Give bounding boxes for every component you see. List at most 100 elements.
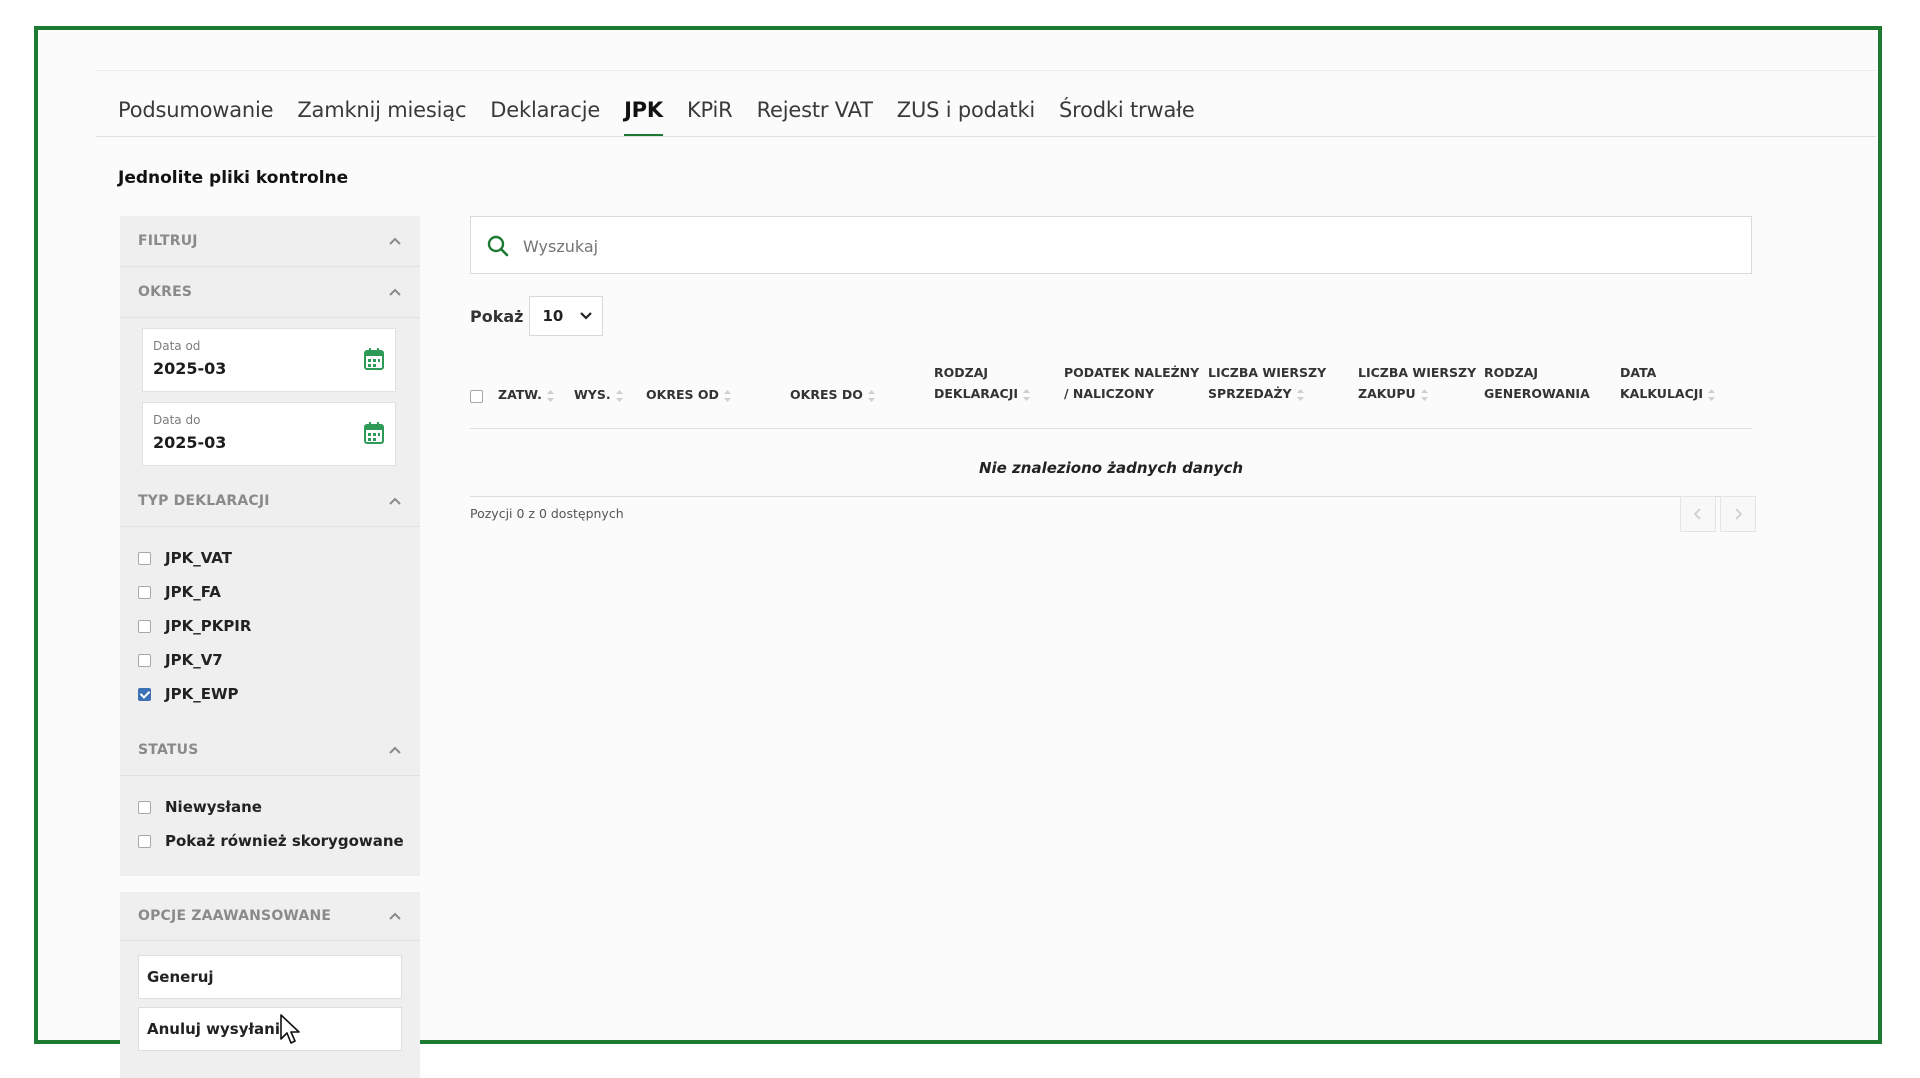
checkbox-label: Niewysłane [165,798,262,816]
checkbox-jpk-ewp[interactable]: JPK_EWP [120,677,420,711]
column-label: OKRES DO [790,387,863,402]
checkbox[interactable] [138,800,151,814]
column-header[interactable]: RODZAJ GENEROWANIA [1484,362,1590,404]
column-label: WYS. [574,387,611,402]
filter-panel: FILTRUJ OKRES Data od 2025-03 Data do 20… [120,216,420,876]
checkbox-checked[interactable] [138,687,151,701]
tab-rejestr-vat[interactable]: Rejestr VAT [757,98,885,138]
search-box[interactable] [470,216,1752,274]
app-frame: Podsumowanie Zamknij miesiąc Deklaracje … [34,26,1882,1078]
period-header[interactable]: OKRES [120,267,420,318]
column-label: OKRES OD [646,387,719,402]
advanced-options-panel: OPCJE ZAAWANSOWANE Generuj Anuluj wysyła… [120,892,420,1078]
column-header[interactable]: LICZBA WIERSZY SPRZEDAŻY [1208,362,1326,404]
column-label: / NALICZONY [1064,386,1155,401]
chevron-down-icon [580,312,593,320]
column-label: ZAKUPU [1358,386,1416,401]
tab-srodki-trwale[interactable]: Środki trwałe [1059,98,1207,138]
content: Podsumowanie Zamknij miesiąc Deklaracje … [96,70,1876,1078]
column-header[interactable]: DATA KALKULACJI [1620,362,1716,404]
date-from-value[interactable]: 2025-03 [153,359,226,378]
checkbox[interactable] [138,551,151,565]
search-input[interactable] [521,229,1625,263]
checkbox-pokaz-skorygowane[interactable]: Pokaż również skorygowane [120,824,420,858]
page-size-control: Pokaż 10 [470,296,604,336]
column-header[interactable]: RODZAJ DEKLARACJI [934,362,1031,404]
date-to-value[interactable]: 2025-03 [153,433,226,452]
generate-button[interactable]: Generuj [138,955,402,999]
checkbox-jpk-vat[interactable]: JPK_VAT [120,541,420,575]
column-label: GENEROWANIA [1484,386,1590,401]
advanced-options-header[interactable]: OPCJE ZAAWANSOWANE [120,892,420,941]
column-header[interactable]: PODATEK NALEŻNY / NALICZONY [1064,362,1199,404]
mouse-cursor-icon [280,1014,300,1044]
main-tabs: Podsumowanie Zamknij miesiąc Deklaracje … [118,98,1219,138]
calendar-icon[interactable] [363,347,385,371]
date-to-field[interactable]: Data do 2025-03 [142,402,396,466]
column-header[interactable]: OKRES DO [790,384,875,405]
page-title: Jednolite pliki kontrolne [118,168,349,188]
select-all-checkbox[interactable] [470,390,483,403]
checkbox-jpk-pkpir[interactable]: JPK_PKPIR [120,609,420,643]
column-label: RODZAJ [1484,365,1539,380]
checkbox-jpk-fa[interactable]: JPK_FA [120,575,420,609]
tab-deklaracje[interactable]: Deklaracje [490,98,612,138]
cancel-send-button[interactable]: Anuluj wysyłanie [138,1007,402,1051]
column-header[interactable]: ZATW. [498,384,554,405]
page-size-value: 10 [542,307,564,325]
checkbox-label: JPK_V7 [165,651,223,669]
checkbox[interactable] [138,619,151,633]
column-label: RODZAJ [934,365,989,380]
table-info: Pozycji 0 z 0 dostępnych [470,506,624,521]
page-size-select[interactable]: 10 [529,296,604,336]
sort-icon [723,389,731,402]
column-label: SPRZEDAŻY [1208,386,1292,401]
checkbox-niewyslane[interactable]: Niewysłane [120,790,420,824]
column-header[interactable]: OKRES OD [646,384,731,405]
prev-page-button[interactable] [1680,496,1716,532]
checkbox-label: JPK_PKPIR [165,617,252,635]
tab-kpir[interactable]: KPiR [687,98,745,138]
filter-header-label: FILTRUJ [138,233,198,249]
checkbox[interactable] [138,834,151,848]
chevron-up-icon[interactable] [388,285,402,299]
tab-podsumowanie[interactable]: Podsumowanie [118,98,285,138]
date-from-field[interactable]: Data od 2025-03 [142,328,396,392]
column-label: DEKLARACJI [934,386,1019,401]
pagination [1680,496,1756,532]
status-header[interactable]: STATUS [120,725,420,776]
chevron-right-icon [1735,508,1742,520]
checkbox-jpk-v7[interactable]: JPK_V7 [120,643,420,677]
declaration-type-header[interactable]: TYP DEKLARACJI [120,476,420,527]
tab-jpk[interactable]: JPK [624,98,675,138]
sort-icon [546,389,554,402]
next-page-button[interactable] [1720,496,1756,532]
advanced-options-header-label: OPCJE ZAAWANSOWANE [138,908,332,924]
divider [96,70,1876,71]
checkbox-label: JPK_VAT [165,549,232,567]
status-header-label: STATUS [138,742,199,758]
date-to-label: Data do [153,413,201,427]
checkbox[interactable] [138,653,151,667]
sort-icon [1420,388,1428,401]
tabs-divider [96,136,1876,137]
checkbox[interactable] [138,585,151,599]
column-label: LICZBA WIERSZY [1358,365,1477,380]
column-label: LICZBA WIERSZY [1208,365,1327,380]
tab-zus-i-podatki[interactable]: ZUS i podatki [897,98,1047,138]
tab-zamknij-miesiac[interactable]: Zamknij miesiąc [297,98,478,138]
filter-header[interactable]: FILTRUJ [120,216,420,267]
search-icon [487,235,509,257]
chevron-up-icon[interactable] [388,909,402,923]
chevron-up-icon[interactable] [388,234,402,248]
date-from-label: Data od [153,339,201,353]
chevron-up-icon[interactable] [388,494,402,508]
checkbox-label: Pokaż również skorygowane [165,832,404,850]
sort-icon [1296,388,1304,401]
column-header[interactable]: LICZBA WIERSZY ZAKUPU [1358,362,1476,404]
column-header[interactable]: WYS. [574,384,623,405]
page-size-label: Pokaż [470,306,524,326]
chevron-up-icon[interactable] [388,743,402,757]
calendar-icon[interactable] [363,421,385,445]
sort-icon [1708,388,1716,401]
